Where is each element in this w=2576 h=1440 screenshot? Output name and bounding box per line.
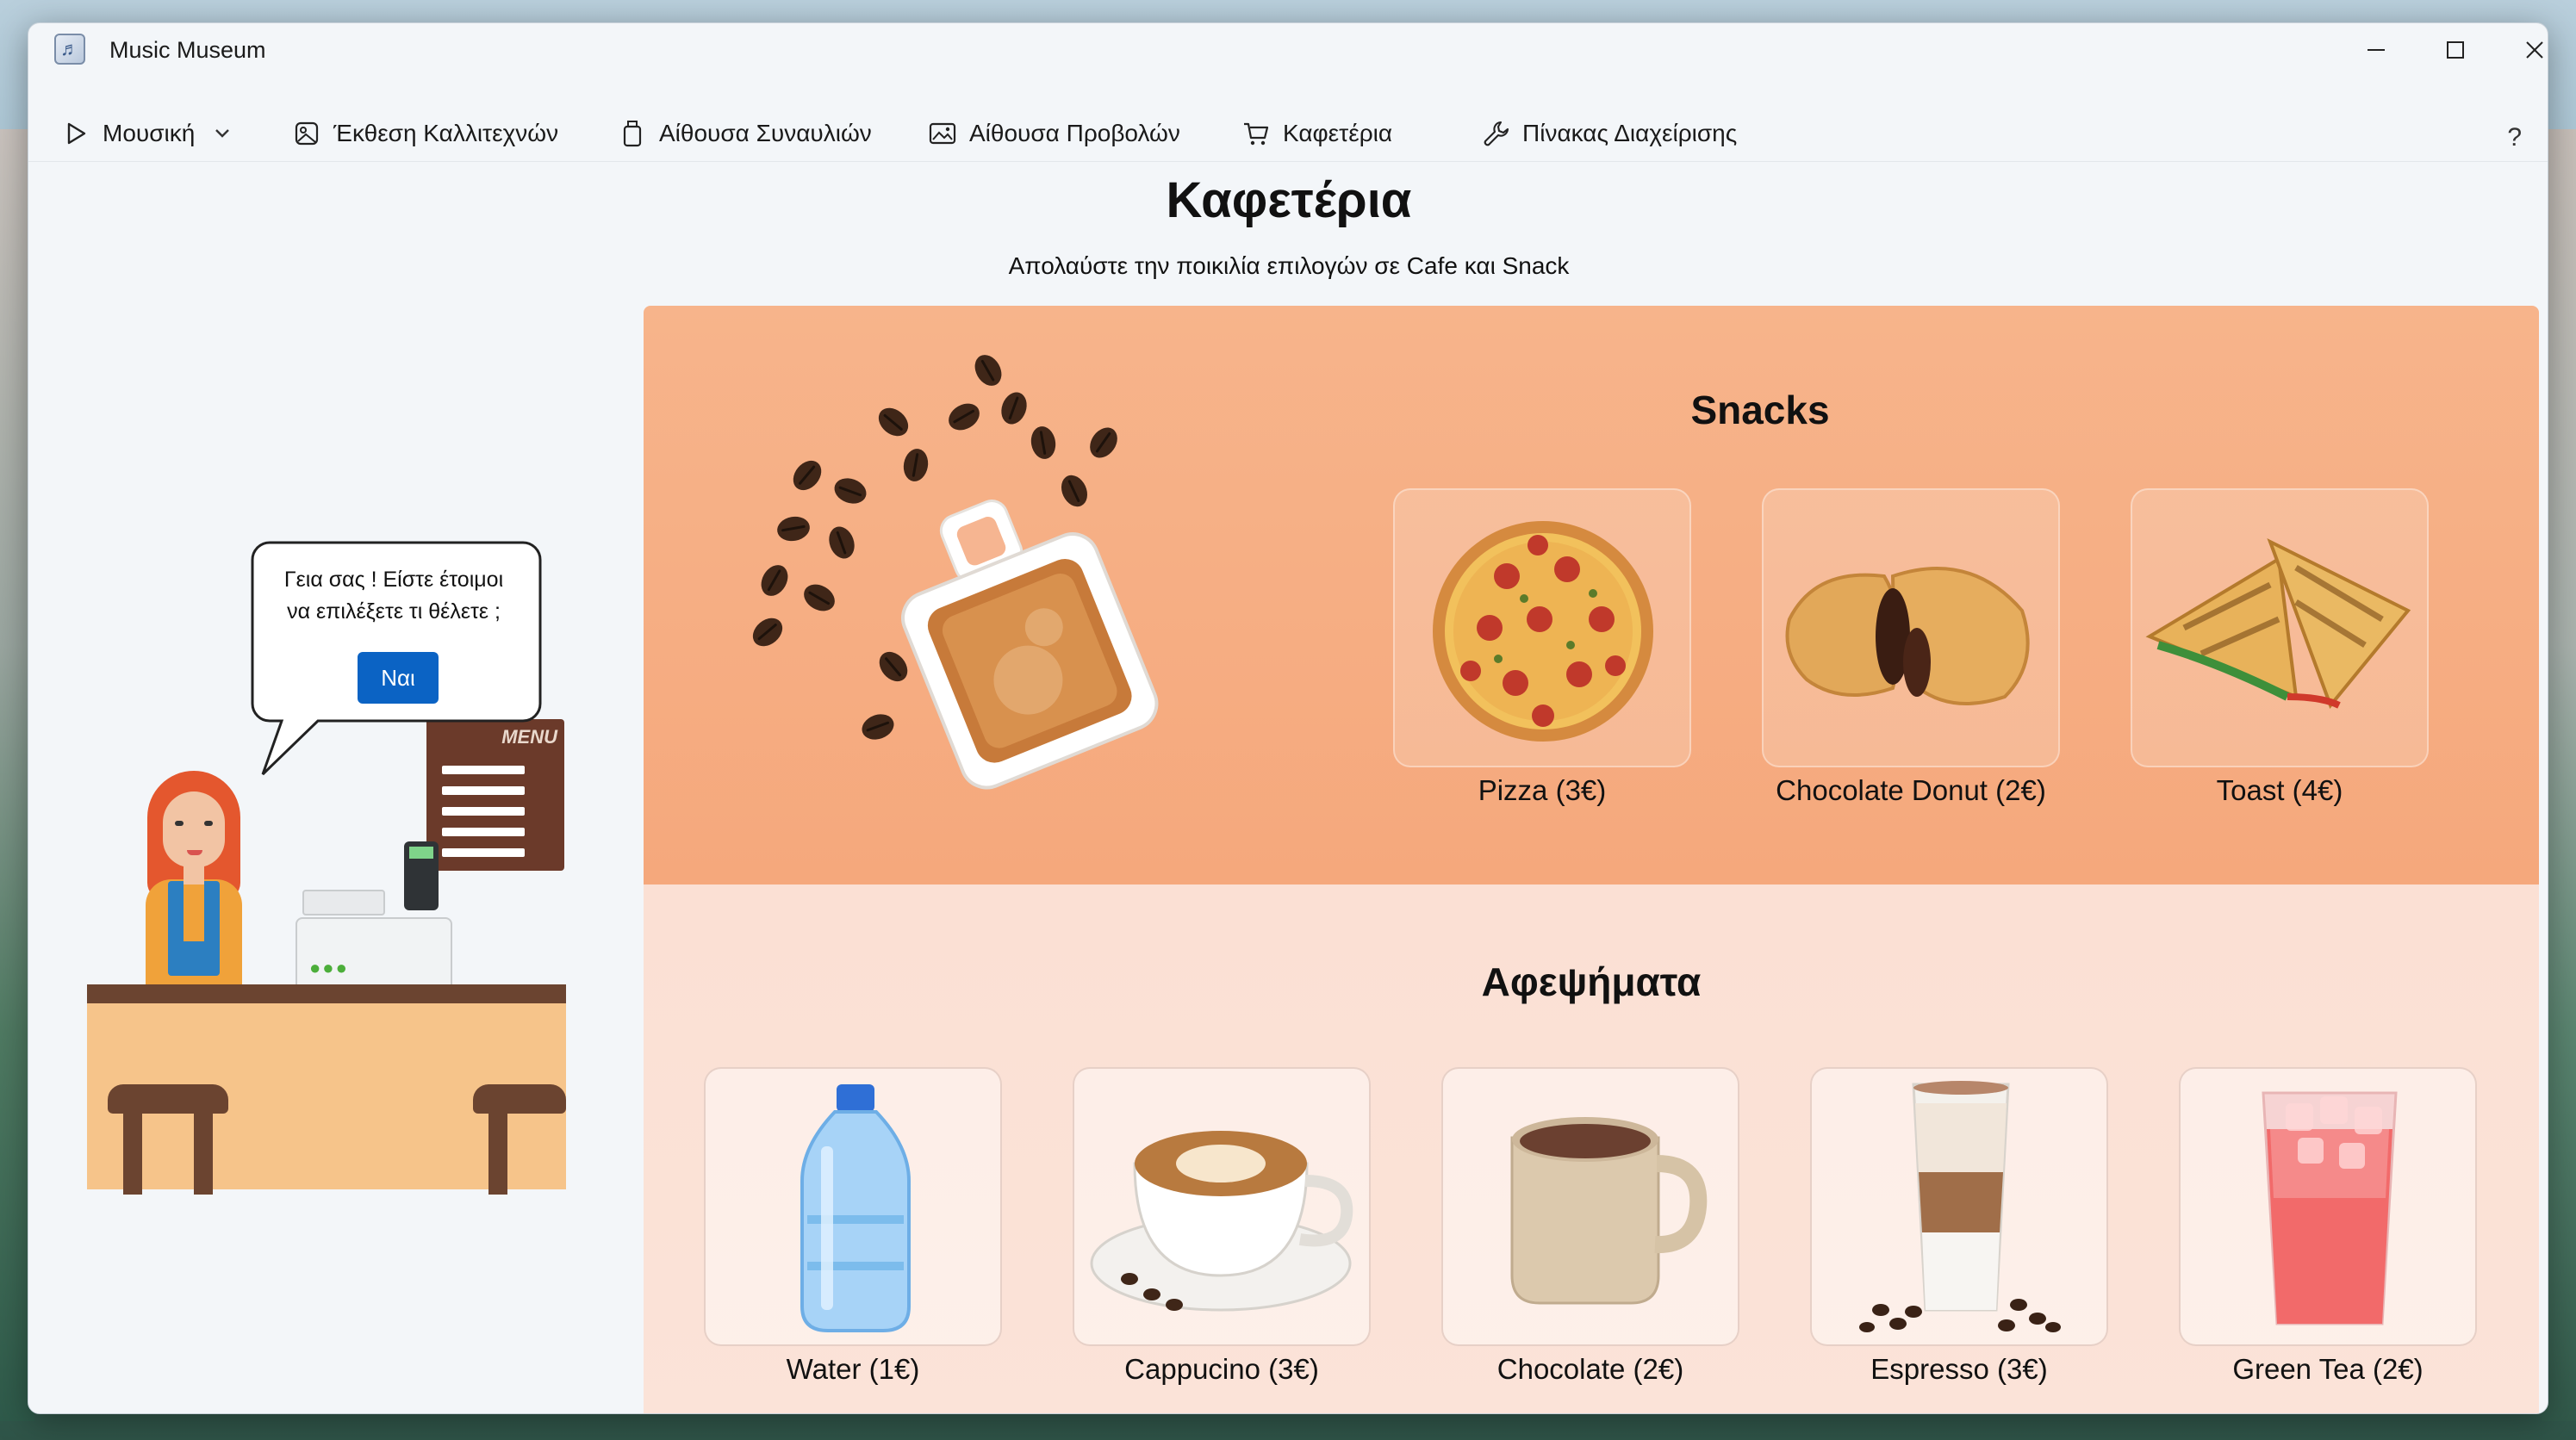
nav-item-artists[interactable]: Έκθεση Καλλιτεχνών bbox=[292, 115, 558, 152]
drinks-panel: Αφεψήματα Water (1€) Cappucino (3€) Choc… bbox=[644, 884, 2539, 1413]
snacks-title: Snacks bbox=[1690, 388, 1830, 432]
maximize-button[interactable] bbox=[2417, 28, 2494, 71]
toast-icon bbox=[2145, 537, 2411, 709]
cappuccino-icon bbox=[1090, 1131, 1353, 1312]
cart-icon bbox=[1241, 119, 1271, 148]
nav-item-screening-hall[interactable]: Αίθουσα Προβολών bbox=[928, 115, 1180, 152]
coffee-bean bbox=[1028, 424, 1059, 462]
nav-item-admin-panel[interactable]: Πίνακας Διαχείρισης bbox=[1481, 115, 1737, 152]
drink-item-water[interactable] bbox=[704, 1067, 1002, 1346]
coffee-bean bbox=[756, 560, 793, 601]
drink-label: Cappucino (3€) bbox=[1124, 1353, 1319, 1385]
iced-tea-icon bbox=[2262, 1091, 2398, 1325]
drink-label: Chocolate (2€) bbox=[1496, 1353, 1684, 1385]
coffee-bean bbox=[873, 402, 914, 442]
register-display bbox=[302, 890, 385, 916]
drink-label: Green Tea (2€) bbox=[2232, 1353, 2424, 1385]
snack-label: Toast (4€) bbox=[2216, 774, 2343, 806]
play-icon bbox=[61, 119, 90, 148]
snacks-panel: Snacks Pizza (3€) Chocolate Donut (2€) T… bbox=[644, 306, 2539, 884]
stool-icon bbox=[473, 1084, 566, 1195]
drinks-title: Αφεψήματα bbox=[1481, 959, 1702, 1004]
pizza-icon bbox=[1433, 521, 1653, 742]
snack-label: Pizza (3€) bbox=[1478, 774, 1607, 806]
nav-item-label: Έκθεση Καλλιτεχνών bbox=[333, 120, 559, 146]
maximize-icon bbox=[2447, 41, 2464, 59]
drink-label: Espresso (3€) bbox=[1870, 1353, 2048, 1385]
jar-icon bbox=[618, 119, 647, 148]
nav-item-label: Πίνακας Διαχείρισης bbox=[1522, 120, 1738, 146]
coffee-bean bbox=[969, 350, 1007, 391]
drink-item-chocolate[interactable] bbox=[1441, 1067, 1739, 1346]
coffee-bean bbox=[747, 612, 788, 652]
page-subtitle: Απολαύστε την ποικιλία επιλογών σε Cafe … bbox=[1008, 252, 1570, 279]
app-window: ♬ Music Museum Μουσική Έκθεση Καλλιτεχνώ… bbox=[28, 22, 2548, 1414]
minimize-icon bbox=[2368, 49, 2385, 51]
help-button[interactable]: ? bbox=[2507, 123, 2522, 152]
nav-item-cafeteria[interactable]: Καφετέρια bbox=[1241, 115, 1392, 152]
barista-illustration bbox=[130, 771, 259, 990]
menu-line bbox=[442, 807, 525, 816]
greeting-line-1: Γεια σας ! Είστε έτοιμοι bbox=[283, 568, 504, 592]
close-icon bbox=[2526, 41, 2543, 59]
drink-item-green-tea[interactable] bbox=[2179, 1067, 2477, 1346]
coffee-bean bbox=[787, 455, 827, 496]
snack-item-toast[interactable] bbox=[2131, 488, 2429, 767]
title-bar: ♬ Music Museum bbox=[28, 23, 2548, 78]
window-title: Music Museum bbox=[109, 37, 266, 63]
snack-label: Chocolate Donut (2€) bbox=[1776, 774, 2046, 806]
greeting-line-2: να επιλέξετε τι θέλετε ; bbox=[287, 599, 501, 624]
coffee-bean bbox=[775, 513, 812, 544]
gallery-icon bbox=[928, 119, 957, 148]
counter-top bbox=[87, 984, 566, 1003]
coffee-bean bbox=[799, 579, 840, 617]
drink-item-cappuccino[interactable] bbox=[1073, 1067, 1371, 1346]
snack-item-pizza[interactable] bbox=[1393, 488, 1691, 767]
nav-item-label: Αίθουσα Συναυλιών bbox=[659, 120, 872, 146]
app-logo-icon: ♬ bbox=[54, 34, 85, 65]
coffee-bean bbox=[997, 388, 1031, 428]
latte-glass-icon bbox=[1859, 1081, 2061, 1332]
nav-item-concert-hall[interactable]: Αίθουσα Συναυλιών bbox=[618, 115, 872, 152]
page-title: Καφετέρια bbox=[1166, 172, 1412, 228]
menu-line bbox=[442, 828, 525, 836]
nav-item-label: Μουσική bbox=[103, 120, 196, 146]
water-bottle-icon bbox=[800, 1084, 911, 1332]
nav-item-label: Καφετέρια bbox=[1283, 120, 1393, 146]
card-reader-icon bbox=[404, 841, 439, 910]
close-button[interactable] bbox=[2496, 28, 2548, 71]
drink-label: Water (1€) bbox=[786, 1353, 920, 1385]
menu-line bbox=[442, 848, 525, 857]
greeting-text: Γεια σας ! Είστε έτοιμοι να επιλέξετε τι… bbox=[254, 564, 533, 628]
yes-button[interactable]: Ναι bbox=[358, 652, 439, 704]
coffee-bean bbox=[943, 398, 985, 436]
wrench-icon bbox=[1481, 119, 1510, 148]
nav-item-label: Αίθουσα Προβολών bbox=[969, 120, 1180, 146]
coffee-cup-icon bbox=[901, 500, 1159, 790]
snack-item-chocolate-donut[interactable] bbox=[1762, 488, 2060, 767]
stool-icon bbox=[108, 1084, 228, 1195]
hot-chocolate-icon bbox=[1510, 1117, 1708, 1305]
donut-icon bbox=[1785, 567, 2030, 705]
chevron-down-icon bbox=[214, 127, 231, 140]
image-icon bbox=[292, 119, 321, 148]
top-navigation: Μουσική Έκθεση Καλλιτεχνών Αίθουσα Συναυ… bbox=[28, 99, 2548, 171]
coffee-bean bbox=[1084, 422, 1123, 463]
minimize-button[interactable] bbox=[2337, 28, 2415, 71]
drink-item-espresso[interactable] bbox=[1810, 1067, 2108, 1346]
nav-item-music[interactable]: Μουσική bbox=[61, 115, 231, 152]
